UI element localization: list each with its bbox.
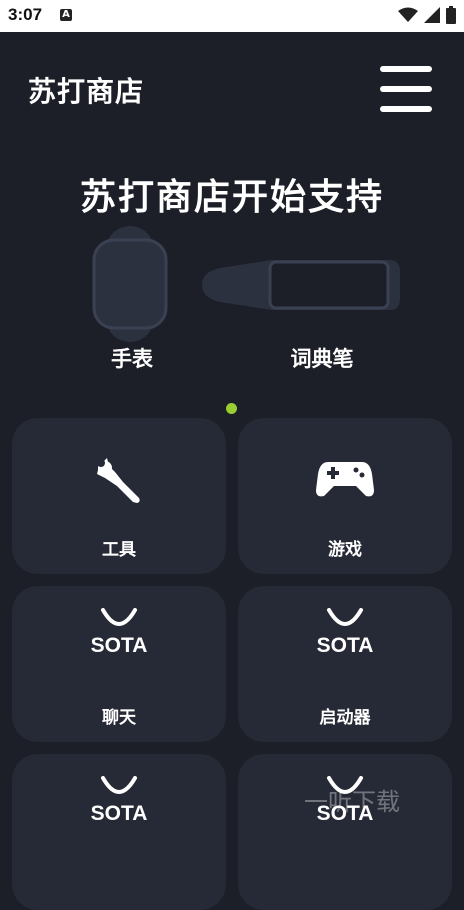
sota-logo-text: SOTA xyxy=(90,802,148,825)
hamburger-menu-icon[interactable] xyxy=(380,66,432,112)
gamepad-icon xyxy=(316,462,374,497)
status-bar: 3:07 A xyxy=(0,0,464,32)
sota-logo-icon xyxy=(101,608,137,626)
card-label: 游戏 xyxy=(328,540,362,560)
card-label: 聊天 xyxy=(102,708,136,728)
device-label-pen: 词典笔 xyxy=(290,347,354,371)
wifi-icon xyxy=(398,7,418,22)
card-chat[interactable]: SOTA 聊天 xyxy=(12,586,226,742)
device-label-watch: 手表 xyxy=(111,347,153,371)
card-label: 工具 xyxy=(102,540,136,560)
wrench-icon xyxy=(97,458,140,503)
card-label: 启动器 xyxy=(319,708,371,728)
dictionary-pen-icon xyxy=(202,260,400,310)
status-icons xyxy=(398,6,456,24)
card-launcher[interactable]: SOTA 启动器 xyxy=(238,586,452,742)
headline: 苏打商店开始支持 xyxy=(79,177,384,218)
notification-icon: A xyxy=(60,9,72,21)
card-item[interactable]: SOTA xyxy=(238,754,452,910)
sota-logo-text: SOTA xyxy=(316,634,374,657)
card-games[interactable]: 游戏 xyxy=(238,418,452,574)
sota-logo-icon xyxy=(327,608,363,626)
card-item[interactable]: SOTA xyxy=(12,754,226,910)
card-tools[interactable]: 工具 xyxy=(12,418,226,574)
watch-icon xyxy=(92,226,168,342)
sota-logo-icon xyxy=(101,776,137,794)
status-time: 3:07 xyxy=(8,5,43,24)
app-title: 苏打商店 xyxy=(28,75,145,108)
page-indicator-dot xyxy=(226,403,237,414)
watermark: 一听下载 xyxy=(304,788,400,816)
signal-icon xyxy=(424,7,440,23)
battery-icon xyxy=(446,6,456,24)
sota-logo-text: SOTA xyxy=(90,634,148,657)
